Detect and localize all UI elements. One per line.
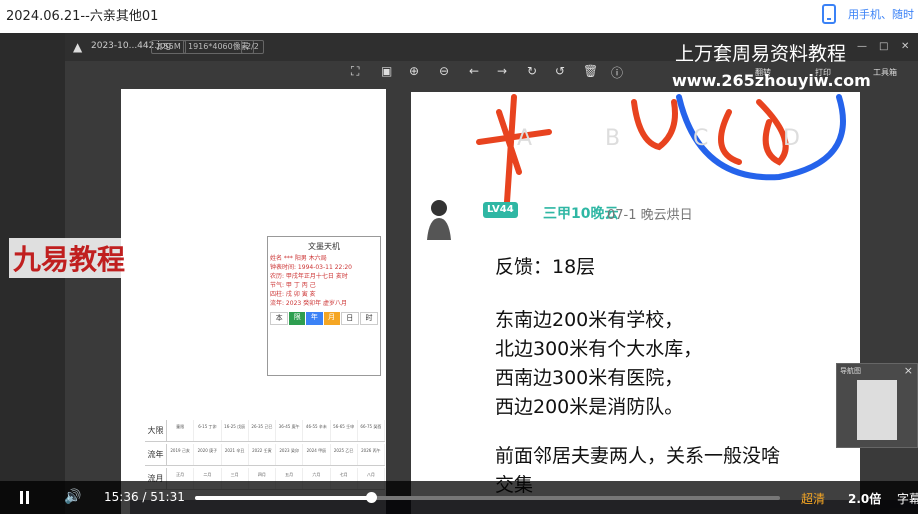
tab-ri[interactable]: 日: [340, 312, 359, 325]
actual-size-icon[interactable]: ▣: [381, 64, 392, 78]
table-cell[interactable]: 26-35 己巳: [249, 420, 276, 441]
phone-icon[interactable]: [822, 4, 836, 24]
message-panel: A B C D LV44 三甲10晚云 07-1 晚云烘日 反馈：18层 东南边…: [411, 92, 860, 514]
row-label: 大限: [145, 420, 167, 441]
table-row: 流年 2019 己亥 2020 庚子 2021 辛丑 2022 壬寅 2023 …: [145, 444, 385, 466]
option-a: A: [517, 126, 533, 151]
tab-ben[interactable]: 本: [270, 312, 289, 325]
prev-icon[interactable]: ←: [469, 64, 479, 78]
quality-button[interactable]: 超清: [801, 490, 825, 507]
table-cell[interactable]: 2023 癸卯: [276, 444, 304, 465]
toolbox-button[interactable]: 工具箱: [873, 67, 897, 78]
time-readout: 15:36 / 51:31: [104, 490, 185, 504]
chart-center-tabs: 本 限 年 月 日 时: [270, 312, 379, 325]
table-cell[interactable]: 2021 辛丑: [222, 444, 249, 465]
info-icon[interactable]: ⓘ: [611, 64, 623, 81]
navigator-panel[interactable]: 导航图 ×: [836, 363, 918, 448]
message-line: 西南边300米有医院，: [495, 367, 684, 389]
pause-icon[interactable]: [20, 491, 23, 504]
progress-fill: [195, 496, 371, 500]
next-icon[interactable]: →: [497, 64, 507, 78]
chart-center-line: 农历: 甲戌年正月十七日 亥时: [270, 273, 348, 280]
table-cell[interactable]: 2020 庚子: [194, 444, 222, 465]
watermark-title: 上万套周易资料教程: [675, 43, 847, 65]
watermark-url: www.265zhouyiw.com: [672, 71, 871, 90]
page-title: 2024.06.21--六亲其他01: [6, 9, 159, 24]
chart-center-line: 钟表时间: 1994-03-11 22:20: [270, 264, 352, 271]
page-header: 2024.06.21--六亲其他01 用手机、随时: [0, 0, 918, 33]
viewer-logo-icon: ▲: [73, 40, 83, 54]
feedback-line: 反馈：18层: [495, 256, 596, 278]
progress-knob[interactable]: [365, 492, 377, 503]
watermark-stamp: 九易教程: [9, 238, 130, 278]
maximize-icon[interactable]: □: [879, 41, 888, 52]
option-c: C: [693, 126, 709, 151]
close-icon[interactable]: ✕: [901, 41, 909, 52]
mobile-link[interactable]: 用手机、随时: [848, 6, 914, 22]
navigator-close-icon[interactable]: ×: [904, 364, 913, 377]
tab-xian[interactable]: 限: [289, 312, 306, 325]
player-controls: 🔊 15:36 / 51:31 超清 2.0倍 字幕: [0, 481, 918, 514]
delete-icon[interactable]: 🗑: [583, 64, 598, 78]
tab-shi[interactable]: 时: [359, 312, 379, 325]
table-cell[interactable]: 36-45 庚午: [276, 420, 304, 441]
message-line: 前面邻居夫妻两人，关系一般没啥: [495, 445, 781, 467]
chart-center-line: 节气: 甲 丁 丙 己: [270, 282, 316, 289]
chart-center-line: 姓名 *** 阳男 木六局: [270, 255, 327, 262]
page-count-chip: 2/2: [241, 40, 264, 54]
table-cell[interactable]: 46-55 辛未: [303, 420, 331, 441]
zoom-out-icon[interactable]: ⊖: [439, 64, 449, 78]
tab-nian[interactable]: 年: [306, 312, 323, 325]
zoom-in-icon[interactable]: ⊕: [409, 64, 419, 78]
fit-icon[interactable]: ⛶: [351, 64, 359, 79]
rotate-left-icon[interactable]: ↺: [555, 64, 565, 78]
volume-icon[interactable]: 🔊: [64, 489, 81, 505]
table-cell[interactable]: 66-75 癸酉: [358, 420, 385, 441]
file-size-chip: 2.55M: [151, 40, 186, 54]
option-d: D: [783, 126, 800, 151]
message-line: 西边200米是消防队。: [495, 396, 684, 418]
chart-center-title: 文墨天机: [308, 242, 340, 251]
table-cell[interactable]: 16-25 戊辰: [222, 420, 249, 441]
option-b: B: [605, 126, 621, 151]
level-badge: LV44: [483, 202, 518, 218]
table-row: 大限 童限 6-15 丁卯 16-25 戊辰 26-35 己巳 36-45 庚午…: [145, 420, 385, 442]
video-player[interactable]: ▲ 2023-10...442.jpg 2.55M 1916*4060像素 2/…: [0, 33, 918, 514]
speed-button[interactable]: 2.0倍: [848, 490, 881, 507]
post-date: 07-1 晚云烘日: [607, 208, 693, 223]
table-cell[interactable]: 童限: [167, 420, 195, 441]
image-viewer-window: ▲ 2023-10...442.jpg 2.55M 1916*4060像素 2/…: [9, 33, 918, 514]
rotate-right-icon[interactable]: ↻: [527, 64, 537, 78]
table-cell[interactable]: 6-15 丁卯: [194, 420, 222, 441]
subtitle-button[interactable]: 字幕: [897, 490, 918, 507]
message-line: 北边300米有个大水库，: [495, 338, 703, 360]
chart-center-line: 流年: 2023 癸卯年 虚岁八月: [270, 300, 348, 307]
table-cell[interactable]: 56-65 壬申: [331, 420, 358, 441]
progress-bar[interactable]: [195, 492, 780, 503]
chart-center-panel: 文墨天机 姓名 *** 阳男 木六局 钟表时间: 1994-03-11 22:2…: [267, 236, 381, 376]
row-label: 流年: [145, 444, 167, 465]
tab-yue[interactable]: 月: [323, 312, 340, 325]
table-cell[interactable]: 2019 己亥: [167, 444, 195, 465]
minimize-icon[interactable]: —: [857, 41, 867, 52]
table-cell[interactable]: 2025 乙巳: [331, 444, 358, 465]
navigator-thumbnail[interactable]: [857, 380, 897, 440]
table-cell[interactable]: 2026 丙午: [358, 444, 385, 465]
table-cell[interactable]: 2022 壬寅: [249, 444, 276, 465]
avatar[interactable]: [421, 196, 457, 240]
table-cell[interactable]: 2024 甲辰: [303, 444, 331, 465]
chart-center-line: 四柱: 戌 卯 寅 亥: [270, 291, 316, 298]
message-line: 东南边200米有学校，: [495, 309, 684, 331]
